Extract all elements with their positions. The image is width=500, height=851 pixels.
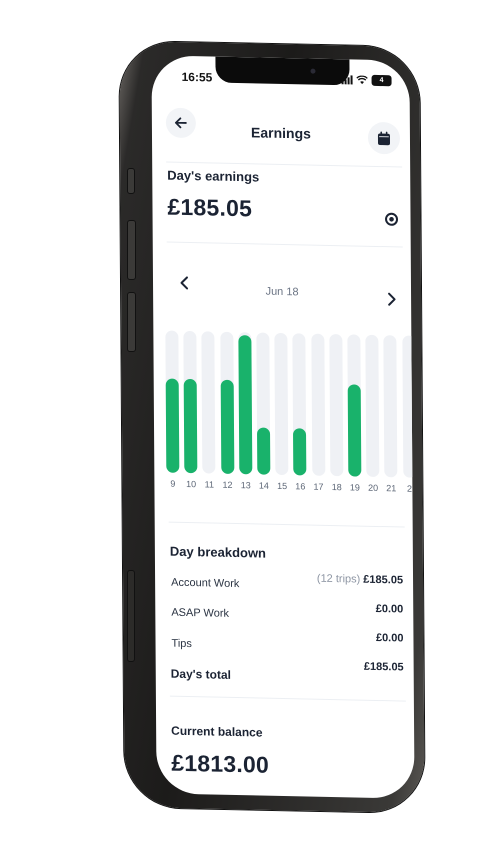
chevron-right-icon	[388, 292, 396, 306]
calendar-icon	[377, 131, 390, 145]
breakdown-row-asap-work-value: £0.00	[375, 602, 404, 616]
status-time: 16:55	[181, 69, 213, 85]
balance-divider	[169, 695, 406, 702]
phone-screen: 16:55 4 Earnings Day's earnings £185.05 …	[151, 55, 415, 799]
bar-track[interactable]	[329, 333, 344, 477]
status-icons: 4	[341, 74, 392, 87]
breakdown-row-account-work-label: Account Work	[171, 576, 240, 591]
day-total-value: £185.05	[363, 660, 404, 674]
section-divider	[166, 241, 403, 248]
earnings-bar[interactable]	[347, 384, 362, 477]
bar-track[interactable]	[201, 331, 216, 474]
bar-track[interactable]	[274, 332, 289, 476]
x-tick-label: 10	[186, 478, 197, 490]
next-day-button[interactable]	[387, 290, 397, 311]
selected-date: Jun 18	[265, 285, 299, 299]
volume-down-button	[127, 292, 136, 352]
day-earnings-label: Day's earnings	[167, 167, 260, 185]
eye-icon[interactable]	[384, 212, 399, 226]
account-work-amount: £185.05	[363, 573, 404, 587]
x-tick-label: 18	[331, 482, 342, 493]
bar-track[interactable]	[365, 334, 380, 478]
x-tick-label: 16	[295, 481, 306, 492]
x-tick-label: 11	[204, 479, 215, 490]
wifi-icon	[356, 75, 368, 85]
earnings-bar[interactable]	[183, 379, 198, 474]
earnings-bar[interactable]	[293, 428, 307, 476]
earnings-bar[interactable]	[165, 378, 180, 473]
trips-count: (12 trips)	[316, 572, 361, 586]
chart-divider	[168, 521, 405, 528]
silent-switch	[127, 168, 135, 194]
x-tick-label: 9	[170, 478, 176, 489]
x-tick-label: 17	[313, 481, 324, 492]
signal-icon	[341, 75, 353, 85]
bar-track[interactable]	[383, 335, 398, 478]
current-balance-amount: £1813.00	[171, 749, 269, 778]
x-tick-label: 12	[222, 479, 233, 490]
breakdown-row-tips-value: £0.00	[375, 631, 404, 645]
volume-up-button	[127, 220, 136, 280]
x-tick-label: 13	[240, 480, 251, 491]
x-tick-label: 15	[277, 480, 288, 492]
current-balance-label: Current balance	[171, 723, 263, 740]
breakdown-row-asap-work-label: ASAP Work	[171, 606, 230, 620]
earnings-bar-chart: 9 10 11 12 13 14 15 16 17 18 19 20 21 2	[165, 330, 415, 498]
bar-track[interactable]	[310, 333, 325, 476]
earnings-bar[interactable]	[238, 334, 253, 475]
x-tick-label: 14	[258, 480, 269, 491]
app-header: Earnings	[152, 95, 410, 164]
x-tick-label: 21	[386, 483, 397, 494]
x-tick-label: 19	[349, 482, 360, 493]
calendar-button[interactable]	[367, 121, 401, 155]
battery-icon: 4	[371, 74, 392, 87]
x-tick-label: 20	[368, 482, 379, 493]
earnings-bar[interactable]	[257, 427, 271, 475]
earnings-bar[interactable]	[220, 379, 234, 474]
breakdown-row-account-work-value: (12 trips) £185.05	[317, 573, 403, 587]
breakdown-title: Day breakdown	[169, 543, 267, 561]
breakdown-row-tips-label: Tips	[171, 637, 192, 651]
day-earnings-amount: £185.05	[167, 193, 253, 222]
camera-icon	[310, 68, 316, 74]
day-total-label: Day's total	[170, 666, 232, 682]
sim-tray	[127, 570, 135, 662]
notch	[215, 56, 350, 86]
